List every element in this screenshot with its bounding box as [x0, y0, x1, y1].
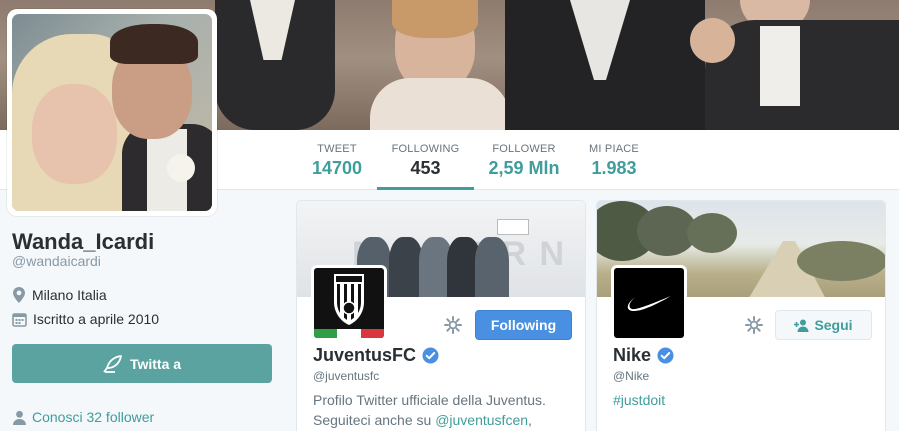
tweet-to-button[interactable]: Twitta a [12, 344, 272, 383]
profile-avatar-image [12, 14, 212, 211]
map-pin-icon [13, 287, 25, 303]
card-handle-juventus[interactable]: @juventusfc [313, 369, 379, 383]
user-card-juventus: M E L B R N E Following JuventusFC [296, 200, 586, 431]
flag-green [314, 329, 338, 338]
bio-mention-link[interactable]: @juventusfcen [435, 412, 528, 428]
card-bio-juventus: Profilo Twitter ufficiale della Juventus… [313, 390, 575, 430]
followers-you-know-text: Conosci 32 follower [32, 409, 155, 425]
juventus-crest-icon [334, 274, 364, 325]
add-user-icon [794, 319, 809, 332]
nav-followers-count: 2,59 Mln [488, 158, 560, 178]
nav-tweets-label: TWEET [317, 143, 357, 155]
location-text: Milano Italia [32, 287, 107, 303]
nav-likes-label: MI PIACE [589, 143, 639, 155]
nav-followers[interactable]: FOLLOWER 2,59 Mln [484, 130, 564, 190]
follow-button-label: Segui [814, 317, 853, 333]
gear-icon[interactable] [745, 316, 763, 334]
card-name-nike[interactable]: Nike [613, 345, 674, 366]
card-name-juventus[interactable]: JuventusFC [313, 345, 439, 366]
verified-badge-icon [422, 347, 439, 364]
nav-tweets-count: 14700 [311, 158, 363, 178]
user-card-nike: Segui Nike @Nike #justdoit [596, 200, 886, 431]
nav-following-count: 453 [410, 158, 441, 178]
profile-handle[interactable]: @wandaicardi [12, 253, 101, 269]
bio-hashtag-link[interactable]: #justdoit [613, 392, 665, 408]
nike-avatar[interactable] [611, 265, 687, 341]
following-button[interactable]: Following [475, 310, 572, 340]
tweet-to-label: Twitta a [129, 355, 182, 372]
calendar-icon [12, 312, 27, 327]
nav-likes-count: 1.983 [591, 158, 637, 178]
nav-likes[interactable]: MI PIACE 1.983 [582, 130, 646, 190]
profile-join-date: Iscritto a aprile 2010 [12, 311, 159, 327]
profile-location: Milano Italia [12, 287, 107, 303]
nav-followers-label: FOLLOWER [492, 143, 556, 155]
banner-figure [690, 18, 735, 63]
banner-figure [370, 78, 510, 130]
card-bio-nike: #justdoit [613, 390, 875, 410]
flag-white [337, 329, 361, 338]
juventus-avatar[interactable] [311, 265, 387, 341]
sponsor-badge [497, 219, 529, 235]
card-display-name: Nike [613, 345, 652, 365]
banner-figure [392, 0, 478, 38]
gear-icon[interactable] [444, 316, 462, 334]
card-handle-nike[interactable]: @Nike [613, 369, 649, 383]
join-date-text: Iscritto a aprile 2010 [33, 311, 160, 327]
banner-figure [760, 26, 800, 106]
flag-red [360, 329, 384, 338]
nav-following[interactable]: FOLLOWING 453 [377, 130, 474, 190]
nav-following-label: FOLLOWING [391, 143, 460, 155]
profile-name[interactable]: Wanda_Icardi [12, 229, 154, 255]
follow-button[interactable]: Segui [775, 310, 872, 340]
profile-avatar[interactable] [7, 9, 217, 216]
quill-icon [103, 354, 122, 373]
followers-you-know-link[interactable]: Conosci 32 follower [12, 409, 154, 425]
person-icon [13, 410, 26, 425]
nav-tweets[interactable]: TWEET 14700 [305, 130, 369, 190]
bio-text-suffix: , [528, 412, 532, 428]
verified-badge-icon [657, 347, 674, 364]
nike-swoosh-icon [627, 296, 671, 311]
card-display-name: JuventusFC [313, 345, 417, 365]
